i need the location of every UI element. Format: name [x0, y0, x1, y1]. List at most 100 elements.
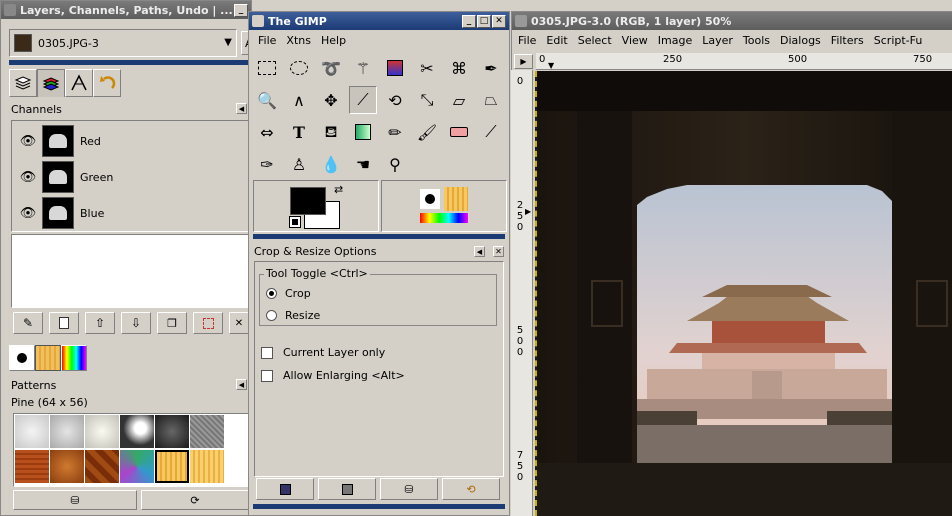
close-icon[interactable]: ✕	[492, 14, 506, 28]
visibility-eye-icon[interactable]: 👁	[14, 134, 42, 149]
tab-undo[interactable]	[93, 69, 121, 97]
maximize-icon[interactable]: □	[477, 14, 491, 28]
tab-channels[interactable]	[37, 69, 65, 97]
paintbrush-tool[interactable]: 🖌	[413, 118, 441, 146]
menu-select[interactable]: Select	[573, 34, 617, 47]
pattern-tile-marble2[interactable]	[50, 415, 84, 448]
layers-dialog-titlebar[interactable]: Layers, Channels, Paths, Undo | ... _	[1, 1, 251, 19]
tab-layers[interactable]	[9, 69, 37, 97]
menu-script-fu[interactable]: Script-Fu	[869, 34, 928, 47]
menu-image[interactable]: Image	[653, 34, 697, 47]
tab-menu-icon[interactable]: ◀	[236, 103, 247, 114]
reset-options-button[interactable]: ⟲	[442, 478, 500, 500]
channel-row-red[interactable]: 👁 Red	[14, 123, 248, 159]
select-by-color-tool[interactable]	[381, 54, 409, 82]
measure-tool[interactable]: ∧	[285, 86, 313, 114]
pattern-tile-pine2[interactable]	[190, 450, 224, 483]
color-picker-tool[interactable]: ✒	[477, 54, 505, 82]
foreground-color-swatch[interactable]	[290, 187, 326, 215]
airbrush-tool[interactable]: ⟋	[477, 118, 505, 146]
fuzzy-select-tool[interactable]: ⚚	[349, 54, 377, 82]
smudge-tool[interactable]: ☚	[349, 150, 377, 178]
pattern-tile-swirl[interactable]	[120, 450, 154, 483]
shear-tool[interactable]: ▱	[445, 86, 473, 114]
pattern-tile-grain[interactable]	[190, 415, 224, 448]
menu-dialogs[interactable]: Dialogs	[775, 34, 826, 47]
image-window-titlebar[interactable]: 0305.JPG-3.0 (RGB, 1 layer) 50%	[512, 12, 952, 30]
flip-tool[interactable]: ⇔	[253, 118, 281, 146]
pattern-tile-cork[interactable]	[50, 450, 84, 483]
eraser-tool[interactable]	[445, 118, 473, 146]
menu-view[interactable]: View	[617, 34, 653, 47]
channel-to-selection-button[interactable]	[193, 312, 223, 334]
pattern-tile-blob[interactable]	[120, 415, 154, 448]
save-options-button[interactable]	[256, 478, 314, 500]
current-layer-only-checkbox[interactable]: Current Layer only	[261, 346, 385, 359]
image-menu-button[interactable]: ▶	[514, 54, 533, 69]
horizontal-ruler[interactable]: 0 250 500 750 ▼	[536, 53, 952, 70]
swap-colors-icon[interactable]: ⇄	[334, 183, 343, 196]
free-select-tool[interactable]: ➰	[317, 54, 345, 82]
scissors-tool[interactable]: ✂	[413, 54, 441, 82]
scale-tool[interactable]: ⤡	[413, 86, 441, 114]
new-channel-button[interactable]	[49, 312, 79, 334]
ellipse-select-tool[interactable]	[285, 54, 313, 82]
allow-enlarging-checkbox[interactable]: Allow Enlarging <Alt>	[261, 369, 405, 382]
tab-menu-icon[interactable]: ◀	[474, 246, 485, 257]
text-tool[interactable]: T	[285, 118, 313, 146]
menu-file[interactable]: File	[253, 34, 281, 47]
menu-edit[interactable]: Edit	[541, 34, 572, 47]
menu-help[interactable]: Help	[316, 34, 351, 47]
menu-file[interactable]: File	[513, 34, 541, 47]
lower-channel-button[interactable]: ⇩	[121, 312, 151, 334]
pattern-to-image-button[interactable]: ⛁	[13, 490, 137, 510]
minimize-icon[interactable]: _	[234, 3, 248, 17]
clone-tool[interactable]: ♙	[285, 150, 313, 178]
visibility-eye-icon[interactable]: 👁	[14, 170, 42, 185]
restore-options-button[interactable]	[318, 478, 376, 500]
visibility-eye-icon[interactable]: 👁	[14, 206, 42, 221]
pattern-tile-parquet[interactable]	[85, 450, 119, 483]
crop-radio[interactable]: Crop	[266, 287, 311, 300]
perspective-tool[interactable]: ⏢	[477, 86, 505, 114]
active-brush-preview[interactable]	[420, 189, 440, 209]
channel-row-green[interactable]: 👁 Green	[14, 159, 248, 195]
image-selector[interactable]: 0305.JPG-3 ▼	[9, 29, 237, 57]
pattern-tile-marble1[interactable]	[15, 415, 49, 448]
paths-tool[interactable]: ⌘	[445, 54, 473, 82]
rect-select-tool[interactable]	[253, 54, 281, 82]
tab-patterns[interactable]	[35, 345, 61, 371]
delete-channel-button[interactable]: ✕	[229, 312, 249, 334]
active-pattern-preview[interactable]	[444, 187, 468, 211]
dodge-burn-tool[interactable]: ⚲	[381, 150, 409, 178]
toolbox-titlebar[interactable]: The GIMP _ □ ✕	[249, 12, 509, 30]
tab-paths[interactable]	[65, 69, 93, 97]
crop-tool[interactable]: ⟋	[349, 86, 377, 114]
pencil-tool[interactable]: ✏	[381, 118, 409, 146]
rotate-tool[interactable]: ⟲	[381, 86, 409, 114]
raise-channel-button[interactable]: ⇧	[85, 312, 115, 334]
pattern-tile-wood[interactable]	[15, 450, 49, 483]
pattern-tile-marble3[interactable]	[85, 415, 119, 448]
move-tool[interactable]: ✥	[317, 86, 345, 114]
image-canvas[interactable]	[535, 71, 952, 516]
menu-tools[interactable]: Tools	[738, 34, 775, 47]
channel-row-blue[interactable]: 👁 Blue	[14, 195, 248, 231]
tab-gradients[interactable]	[61, 345, 87, 371]
active-gradient-preview[interactable]	[420, 213, 468, 223]
magnify-tool[interactable]: 🔍	[253, 86, 281, 114]
edit-channel-button[interactable]: ✎	[13, 312, 43, 334]
menu-layer[interactable]: Layer	[697, 34, 738, 47]
tab-menu-icon[interactable]: ◀	[236, 379, 247, 390]
duplicate-channel-button[interactable]: ❐	[157, 312, 187, 334]
vertical-ruler[interactable]: 0 250 500 750 ▶	[511, 70, 533, 516]
tab-brushes[interactable]	[9, 345, 35, 371]
close-icon[interactable]: ✕	[493, 246, 504, 257]
default-colors-icon[interactable]	[289, 216, 301, 228]
convolve-tool[interactable]: 💧	[317, 150, 345, 178]
menu-xtns[interactable]: Xtns	[281, 34, 316, 47]
delete-options-button[interactable]: ⛁	[380, 478, 438, 500]
resize-radio[interactable]: Resize	[266, 309, 320, 322]
pattern-tile-pine[interactable]	[155, 450, 189, 483]
minimize-icon[interactable]: _	[462, 14, 476, 28]
